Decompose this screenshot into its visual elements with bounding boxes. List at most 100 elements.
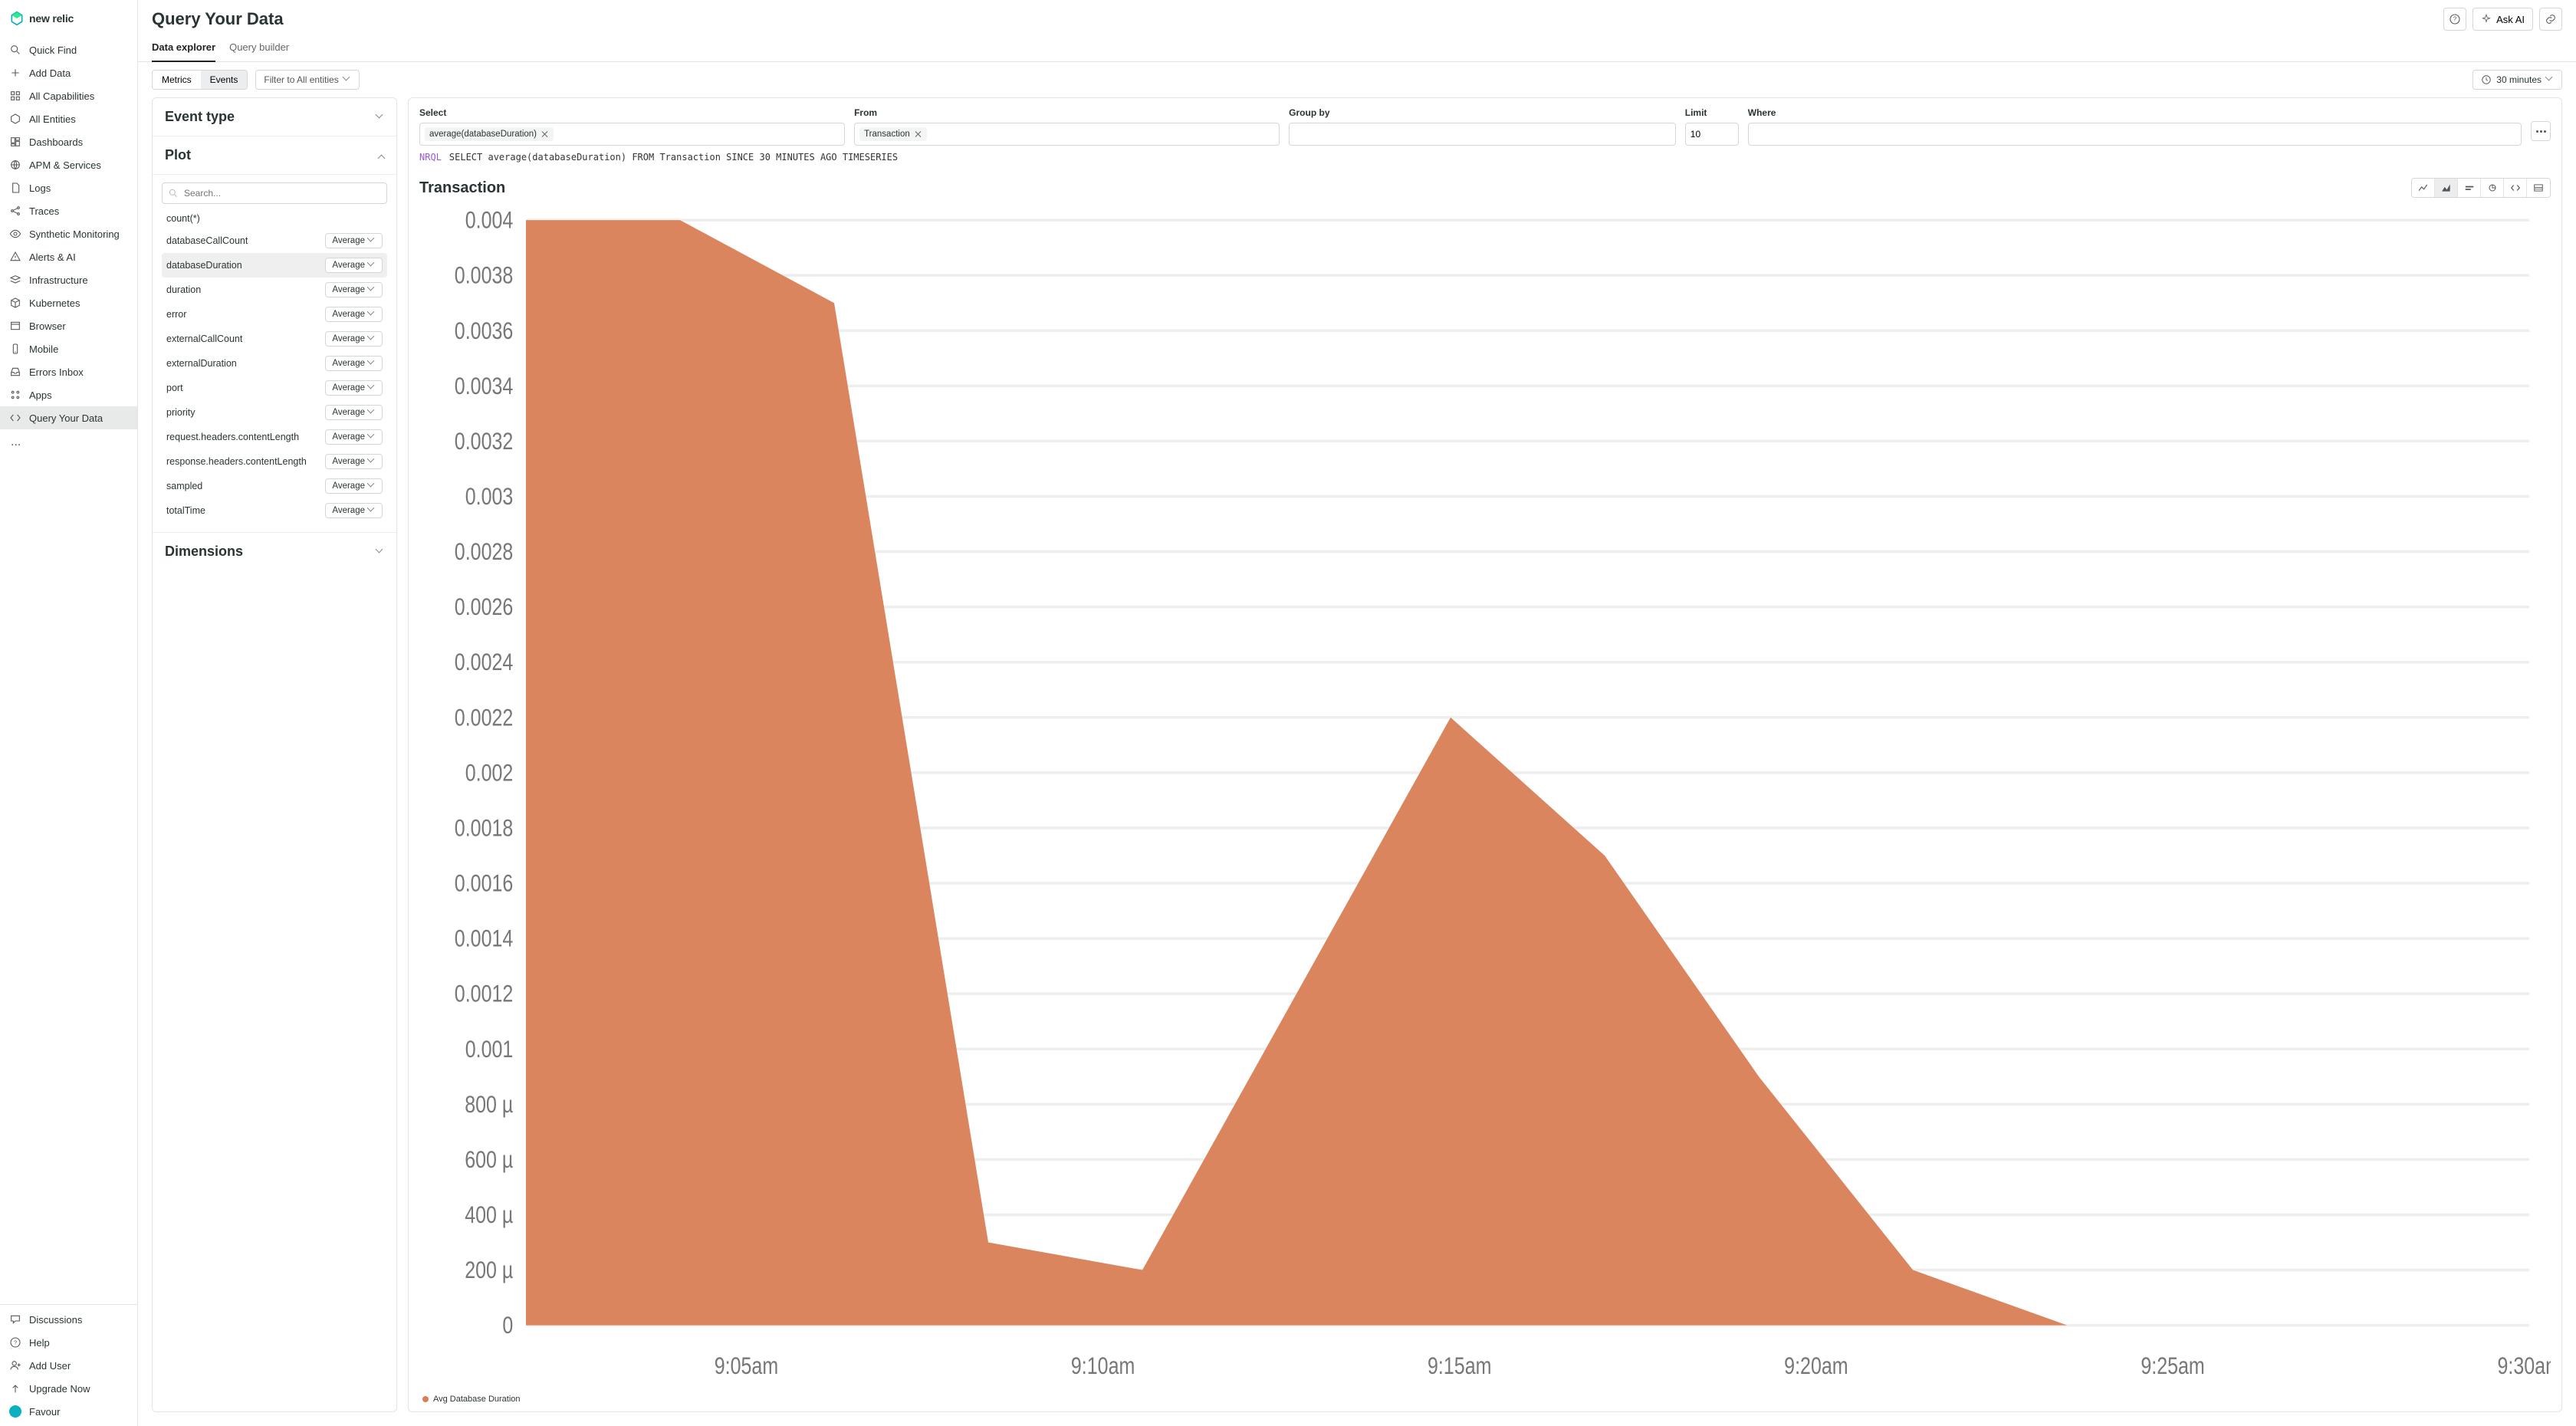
chevron-down-icon — [368, 335, 376, 343]
plot-item[interactable]: durationAverage — [162, 278, 387, 302]
sidebar-item-browser[interactable]: Browser — [0, 314, 137, 337]
sidebar-item-quick-find[interactable]: Quick Find — [0, 38, 137, 61]
viz-pie-button[interactable] — [2481, 179, 2504, 197]
viz-area-button[interactable] — [2435, 179, 2458, 197]
sidebar-item-logs[interactable]: Logs — [0, 176, 137, 199]
sidebar-item-apm-services[interactable]: APM & Services — [0, 153, 137, 176]
select-input[interactable]: average(databaseDuration) — [419, 123, 845, 146]
aggregation-picker[interactable]: Average — [325, 307, 383, 322]
sidebar-item-synthetic-monitoring[interactable]: Synthetic Monitoring — [0, 222, 137, 245]
sidebar-item-add-user[interactable]: Add User — [0, 1354, 137, 1377]
plot-item[interactable]: totalTime Average — [162, 498, 387, 523]
help-button[interactable]: ? — [2443, 8, 2466, 31]
plot-item-label: port — [166, 383, 183, 393]
aggregation-picker[interactable]: Average — [325, 429, 383, 445]
aggregation-picker[interactable]: Average — [325, 405, 383, 420]
limit-field[interactable] — [1691, 129, 1733, 140]
sidebar-item-upgrade-now[interactable]: Upgrade Now — [0, 1377, 137, 1400]
sidebar-item-errors-inbox[interactable]: Errors Inbox — [0, 360, 137, 383]
svg-text:0.0038: 0.0038 — [455, 262, 514, 289]
copy-link-button[interactable] — [2539, 8, 2562, 31]
entity-filter[interactable]: Filter to All entities — [255, 70, 359, 90]
sidebar-item-kubernetes[interactable]: Kubernetes — [0, 291, 137, 314]
sidebar-item-apps[interactable]: Apps — [0, 383, 137, 406]
select-tag: average(databaseDuration) — [425, 127, 554, 141]
sidebar-item-add-data[interactable]: Add Data — [0, 61, 137, 84]
plot-item[interactable]: port Average — [162, 376, 387, 400]
pie-chart-icon — [2487, 183, 2498, 192]
metrics-button[interactable]: Metrics — [153, 71, 201, 89]
plot-item[interactable]: externalDurationAverage — [162, 351, 387, 376]
header: Query Your Data ? Ask AI — [138, 0, 2576, 35]
remove-tag-icon[interactable] — [915, 130, 922, 138]
plot-search-input[interactable] — [162, 182, 387, 204]
plot-item[interactable]: priorityAverage — [162, 400, 387, 425]
plot-item[interactable]: errorAverage — [162, 302, 387, 327]
sidebar-item-label: Infrastructure — [29, 274, 88, 286]
ask-ai-button[interactable]: Ask AI — [2472, 8, 2533, 31]
viz-json-button[interactable] — [2504, 179, 2527, 197]
where-input[interactable] — [1748, 123, 2522, 146]
tab-data-explorer[interactable]: Data explorer — [152, 35, 215, 62]
svg-text:0.004: 0.004 — [465, 207, 514, 234]
window-icon — [9, 320, 21, 332]
plot-item[interactable]: externalCallCountAverage — [162, 327, 387, 351]
plot-item-label: totalTime — [166, 505, 205, 516]
sidebar-item-all-capabilities[interactable]: All Capabilities — [0, 84, 137, 107]
tabs: Data explorer Query builder — [138, 35, 2576, 62]
plot-item[interactable]: databaseDurationAverage — [162, 253, 387, 278]
sidebar-item-favour[interactable]: Favour — [0, 1400, 137, 1423]
limit-input[interactable] — [1685, 123, 1739, 146]
remove-tag-icon[interactable] — [541, 130, 549, 138]
time-range-picker[interactable]: 30 minutes — [2472, 70, 2562, 90]
plot-item[interactable]: response.headers.contentLengthAverage — [162, 449, 387, 474]
plot-list: count(*)databaseCallCountAveragedatabase… — [162, 209, 387, 523]
viz-line-button[interactable] — [2412, 179, 2435, 197]
avatar-icon — [9, 1405, 21, 1418]
viz-bar-button[interactable] — [2458, 179, 2481, 197]
aggregation-picker[interactable]: Average — [325, 503, 383, 518]
svg-text:200 µ: 200 µ — [465, 1257, 513, 1283]
sidebar-item-alerts-ai[interactable]: Alerts & AI — [0, 245, 137, 268]
aggregation-picker[interactable]: Average — [325, 454, 383, 469]
events-button[interactable]: Events — [201, 71, 248, 89]
dimensions-section[interactable]: Dimensions — [153, 532, 396, 570]
svg-text:9:30am: 9:30am — [2497, 1352, 2551, 1379]
tab-query-builder[interactable]: Query builder — [229, 35, 289, 62]
sidebar-item-query-your-data[interactable]: Query Your Data — [0, 406, 137, 429]
viz-table-button[interactable] — [2527, 179, 2550, 197]
aggregation-picker[interactable]: Average — [325, 356, 383, 371]
chart-menu-button[interactable] — [2531, 121, 2551, 141]
plot-item[interactable]: sampledAverage — [162, 474, 387, 498]
sidebar-item-discussions[interactable]: Discussions — [0, 1308, 137, 1331]
sidebar-item-all-entities[interactable]: All Entities — [0, 107, 137, 130]
plot-item[interactable]: request.headers.contentLengthAverage — [162, 425, 387, 449]
aggregation-picker[interactable]: Average — [325, 233, 383, 248]
group-by-input[interactable] — [1289, 123, 1676, 146]
plot-item[interactable]: databaseCallCountAverage — [162, 228, 387, 253]
aggregation-picker[interactable]: Average — [325, 258, 383, 273]
sidebar-item-infrastructure[interactable]: Infrastructure — [0, 268, 137, 291]
from-input[interactable]: Transaction — [854, 123, 1280, 146]
chevron-down-icon — [368, 310, 376, 318]
chevron-down-icon — [368, 409, 376, 416]
sidebar-item-help[interactable]: ?Help — [0, 1331, 137, 1354]
aggregation-picker[interactable]: Average — [325, 331, 383, 347]
sidebar-item-traces[interactable]: Traces — [0, 199, 137, 222]
sidebar-item-dashboards[interactable]: Dashboards — [0, 130, 137, 153]
sidebar-item-mobile[interactable]: Mobile — [0, 337, 137, 360]
nav-more[interactable]: ... — [0, 432, 137, 452]
logo[interactable]: new relic — [0, 0, 137, 35]
plot-section-header[interactable]: Plot — [153, 136, 396, 174]
aggregation-picker[interactable]: Average — [325, 380, 383, 396]
svg-text:9:20am: 9:20am — [1784, 1352, 1848, 1379]
plot-item[interactable]: count(*) — [162, 209, 387, 228]
chevron-down-icon — [368, 458, 376, 465]
svg-text:600 µ: 600 µ — [465, 1146, 513, 1173]
event-type-section[interactable]: Event type — [153, 98, 396, 136]
svg-text:0.0022: 0.0022 — [455, 705, 514, 731]
aggregation-picker[interactable]: Average — [325, 282, 383, 297]
sparkle-icon — [2481, 14, 2492, 25]
aggregation-picker[interactable]: Average — [325, 478, 383, 494]
help-circle-icon: ? — [2449, 13, 2461, 25]
